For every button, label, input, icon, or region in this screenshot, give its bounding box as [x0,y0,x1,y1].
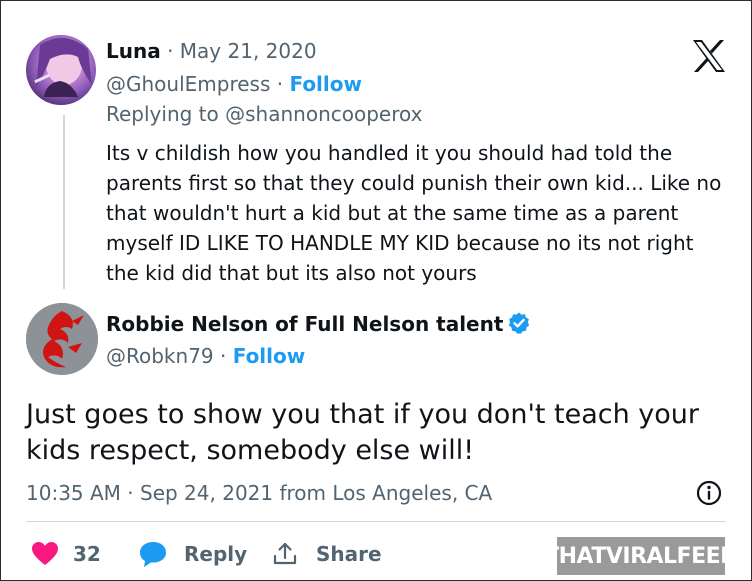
info-icon[interactable] [695,479,723,507]
reply-label: Reply [184,542,248,566]
share-button[interactable]: Share [272,534,382,574]
actions-divider [26,521,726,522]
thread-connector-line [63,115,65,289]
parent-handle-row: @GhoulEmpress · Follow [106,72,362,96]
follow-button-robbie[interactable]: Follow [233,344,306,368]
main-handle-row: @Robkn79 · Follow [106,344,305,368]
main-author-row: Robbie Nelson of Full Nelson talent [106,311,531,336]
parent-tweet-header: Luna · May 21, 2020 [106,39,317,63]
separator-dot: · [220,344,233,368]
tweet-embed-card: Luna · May 21, 2020 @GhoulEmpress · Foll… [0,0,752,581]
luna-avatar-image [34,37,92,97]
parent-author-name[interactable]: Luna [106,39,161,63]
reply-button[interactable]: Reply [138,534,247,574]
replying-to-prefix: Replying to [106,102,219,126]
heart-icon [32,542,58,565]
separator-dot: · [276,72,290,96]
separator-dot: · [167,39,180,63]
luna-avatar[interactable] [26,35,96,105]
share-label: Share [316,542,382,566]
follow-button-luna[interactable]: Follow [289,72,362,96]
verified-badge-icon [509,312,530,334]
main-author-handle[interactable]: @Robkn79 [106,344,214,368]
parent-tweet-date[interactable]: May 21, 2020 [180,39,317,63]
reply-bubble-icon [140,542,166,567]
replying-to-line: Replying to @shannoncooperox [106,102,422,126]
like-button[interactable]: 32 [31,534,101,574]
x-logo-icon[interactable] [691,39,727,73]
tweet-timestamp[interactable]: 10:35 AM · Sep 24, 2021 from Los Angeles… [26,481,492,505]
parent-tweet-text: Its v childish how you handled it you sh… [106,141,722,285]
robbie-avatar-image [26,303,98,375]
main-tweet-text: Just goes to show you that if you don't … [26,399,700,466]
robbie-avatar[interactable] [26,303,98,375]
share-icon [273,542,297,565]
like-count: 32 [73,542,101,566]
main-author-name[interactable]: Robbie Nelson of Full Nelson talent [106,312,503,336]
watermark-logo: THATVIRALFEED [544,537,738,575]
parent-author-handle[interactable]: @GhoulEmpress [106,72,270,96]
replying-to-handle[interactable]: @shannoncooperox [225,102,422,126]
